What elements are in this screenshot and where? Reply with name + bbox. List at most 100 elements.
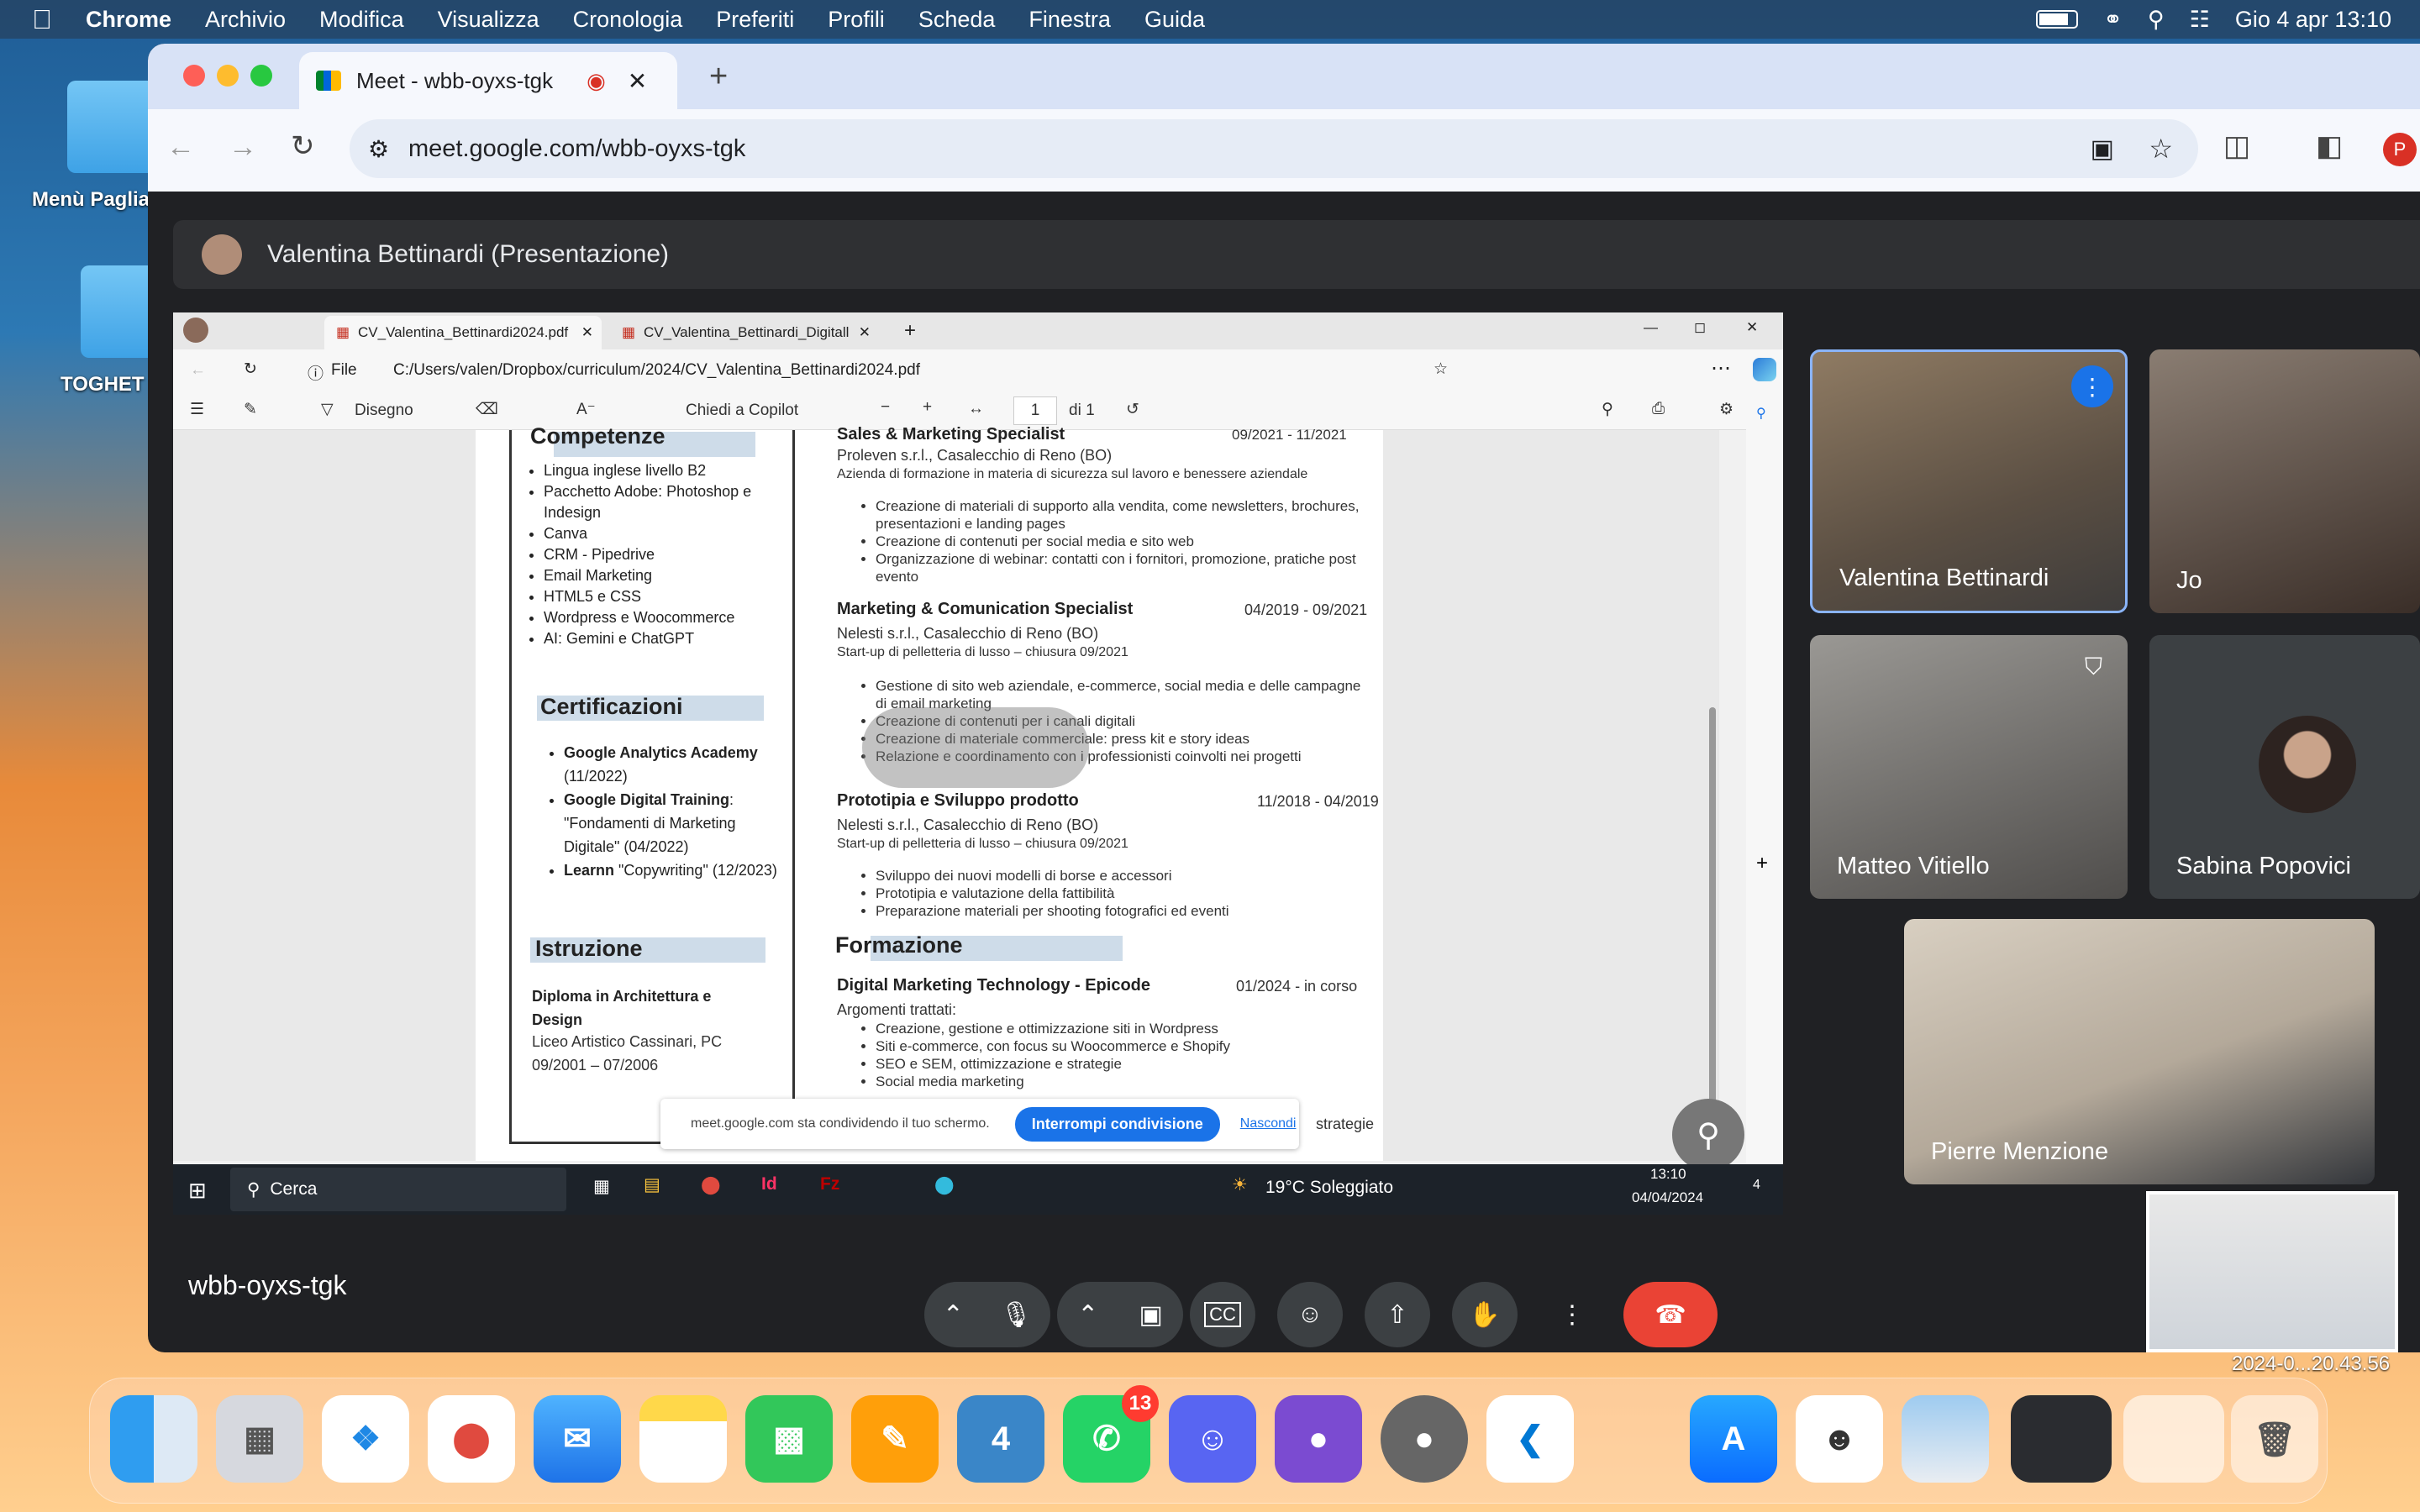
- new-tab-icon[interactable]: +: [709, 59, 728, 95]
- highlight-icon[interactable]: ✎: [244, 400, 257, 419]
- whatsapp-icon[interactable]: ✆ 13: [1063, 1385, 1159, 1483]
- more-icon[interactable]: ⋯: [1711, 356, 1731, 381]
- present-button[interactable]: ⇧: [1365, 1282, 1430, 1347]
- recent-window-thumbnail[interactable]: [2011, 1395, 2112, 1483]
- self-view-thumbnail[interactable]: [2146, 1191, 2398, 1352]
- favorite-star-icon[interactable]: ☆: [1434, 360, 1448, 379]
- taskbar-search[interactable]: ⚲ Cerca: [230, 1168, 566, 1211]
- camera-button[interactable]: ⌃ ▣: [1057, 1282, 1183, 1347]
- leave-call-button[interactable]: ☎: [1623, 1282, 1718, 1347]
- close-tab-icon[interactable]: ✕: [859, 324, 871, 341]
- participant-tile[interactable]: ⋮ Valentina Bettinardi: [1810, 349, 2128, 613]
- magnifier-icon[interactable]: ⚲: [1672, 1099, 1744, 1171]
- captions-button[interactable]: CC: [1190, 1282, 1255, 1347]
- recent-document-thumbnail[interactable]: [2123, 1395, 2224, 1483]
- vscode-icon[interactable]: ❮: [1486, 1395, 1574, 1483]
- tableplus-icon[interactable]: ●: [1381, 1395, 1468, 1483]
- contents-icon[interactable]: ☰: [190, 400, 204, 419]
- stop-sharing-button[interactable]: Interrompi condivisione: [1014, 1106, 1220, 1142]
- participant-tile[interactable]: ⛉ Matteo Vitiello: [1810, 635, 2128, 899]
- chevron-up-icon[interactable]: ⌃: [943, 1300, 964, 1330]
- extensions-icon[interactable]: ◫: [2223, 129, 2250, 163]
- github-desktop-icon[interactable]: ●: [1275, 1395, 1362, 1483]
- side-panel-icon[interactable]: ◧: [2316, 129, 2343, 163]
- hide-button[interactable]: Nascondi: [1240, 1116, 1297, 1131]
- menu-item[interactable]: Scheda: [918, 7, 996, 33]
- edge-tab-cv2024[interactable]: ▦ CV_Valentina_Bettinardi2024.pdf ✕: [324, 316, 602, 349]
- restore-icon[interactable]: ◻: [1694, 319, 1706, 336]
- finder-icon[interactable]: [110, 1395, 197, 1483]
- minimize-icon[interactable]: —: [1644, 319, 1658, 336]
- camera-icon[interactable]: ▣: [2091, 134, 2114, 164]
- menu-item[interactable]: Preferiti: [716, 7, 794, 33]
- profile-avatar[interactable]: P: [2383, 133, 2417, 166]
- participant-tile[interactable]: Jo: [2149, 349, 2420, 613]
- search-icon[interactable]: ⚲: [1602, 400, 1613, 419]
- chrome-icon[interactable]: ⬤: [428, 1395, 515, 1483]
- indesign-icon[interactable]: Id: [761, 1174, 777, 1194]
- meeting-code[interactable]: wbb-oyxs-tgk: [188, 1270, 347, 1301]
- participant-tile[interactable]: Sabina Popovici: [2149, 635, 2420, 899]
- ollama-icon[interactable]: ☻: [1796, 1395, 1883, 1483]
- close-window-button[interactable]: [183, 65, 205, 87]
- weather-text[interactable]: 19°C Soleggiato: [1265, 1178, 1393, 1198]
- mail-icon[interactable]: ✉: [534, 1395, 621, 1483]
- page-number-input[interactable]: 1: [1013, 396, 1057, 425]
- microphone-button[interactable]: ⌃ 🎙: [924, 1282, 1050, 1347]
- zoom-window-button[interactable]: [250, 65, 272, 87]
- windows-start-icon[interactable]: ⊞: [188, 1178, 207, 1204]
- menubar-clock[interactable]: Gio 4 apr 13:10: [2235, 7, 2391, 33]
- search-icon[interactable]: ⚲: [2148, 7, 2165, 33]
- tab-meet[interactable]: Meet - wbb-oyxs-tgk ◉ ✕: [299, 52, 677, 109]
- add-icon[interactable]: +: [1756, 852, 1768, 875]
- preview-icon[interactable]: [1902, 1395, 1989, 1483]
- reactions-button[interactable]: ☺: [1277, 1282, 1343, 1347]
- search-icon[interactable]: ⚲: [1756, 405, 1766, 422]
- settings-icon[interactable]: ⚙: [1719, 400, 1733, 419]
- screen-mirroring-icon[interactable]: ⚭: [2103, 7, 2123, 33]
- menu-item[interactable]: Profili: [828, 7, 885, 33]
- app-store-icon[interactable]: A: [1690, 1395, 1777, 1483]
- taskview-icon[interactable]: ▦: [593, 1176, 610, 1197]
- menu-app-name[interactable]: Chrome: [86, 7, 171, 33]
- menu-item[interactable]: Finestra: [1028, 7, 1111, 33]
- chevron-up-icon[interactable]: ⌃: [1077, 1300, 1098, 1330]
- safari-icon[interactable]: ❖: [322, 1395, 409, 1483]
- participant-tile[interactable]: Pierre Menzione: [1904, 919, 2375, 1184]
- fit-page-icon[interactable]: ↔: [968, 400, 984, 418]
- minimize-window-button[interactable]: [217, 65, 239, 87]
- edge-icon[interactable]: ⬤: [934, 1174, 955, 1195]
- draw-button[interactable]: Disegno: [355, 402, 413, 420]
- copilot-button[interactable]: Chiedi a Copilot: [686, 402, 798, 420]
- taskbar-date[interactable]: 04/04/2024: [1632, 1189, 1703, 1206]
- zoom-out-icon[interactable]: −: [881, 398, 890, 417]
- copilot-icon[interactable]: [1753, 358, 1776, 381]
- site-info-icon[interactable]: ⚙: [368, 135, 389, 163]
- menu-item[interactable]: Archivio: [205, 7, 286, 33]
- edge-tab-cv-digital[interactable]: ▦ CV_Valentina_Bettinardi_Digitall ✕: [610, 316, 879, 349]
- back-icon[interactable]: ←: [190, 361, 206, 380]
- forward-icon[interactable]: →: [229, 131, 257, 164]
- apple-icon[interactable]: : [32, 4, 52, 35]
- rotate-icon[interactable]: ↺: [1126, 400, 1139, 419]
- explorer-icon[interactable]: ▤: [644, 1174, 660, 1195]
- more-options-button[interactable]: ⋮: [1539, 1282, 1605, 1347]
- menu-item[interactable]: Visualizza: [438, 7, 539, 33]
- draw-icon[interactable]: ▽: [321, 400, 334, 419]
- edge-url-text[interactable]: C:/Users/valen/Dropbox/curriculum/2024/C…: [393, 361, 920, 380]
- bookmark-star-icon[interactable]: ☆: [2149, 133, 2173, 165]
- metatrader-icon[interactable]: 4: [957, 1395, 1044, 1483]
- close-icon[interactable]: ✕: [1746, 319, 1758, 336]
- reload-icon[interactable]: ↻: [244, 360, 257, 379]
- pages-icon[interactable]: ✎: [851, 1395, 939, 1483]
- url-bar[interactable]: ⚙ meet.google.com/wbb-oyxs-tgk ▣ ☆: [350, 119, 2198, 178]
- pdf-scrollbar[interactable]: [1709, 707, 1716, 1152]
- chrome-icon[interactable]: ⬤: [701, 1174, 721, 1195]
- notification-count[interactable]: 4: [1753, 1178, 1760, 1193]
- print-icon[interactable]: ⎙: [1652, 400, 1665, 418]
- numbers-icon[interactable]: ▩: [745, 1395, 833, 1483]
- discord-icon[interactable]: ☺: [1169, 1395, 1256, 1483]
- notes-icon[interactable]: [639, 1395, 727, 1483]
- edge-profile-icon[interactable]: [183, 318, 208, 343]
- taskbar-time[interactable]: 13:10: [1650, 1166, 1686, 1183]
